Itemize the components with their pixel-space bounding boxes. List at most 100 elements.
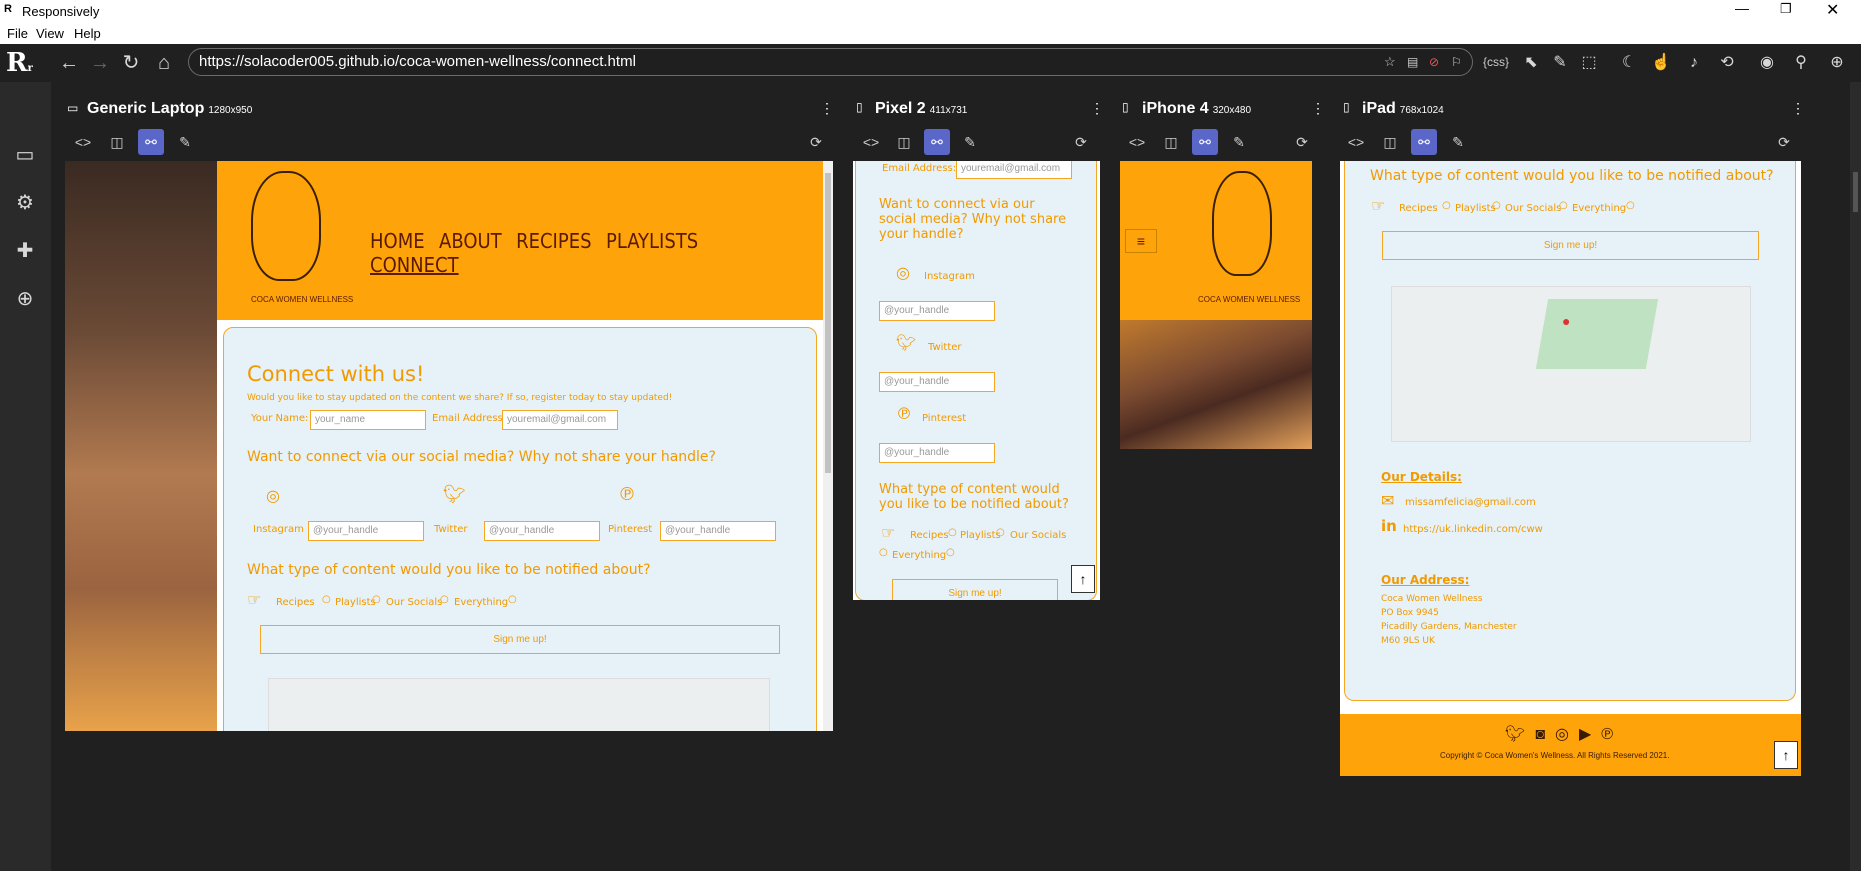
signup-button[interactable]: Sign me up! [1382, 231, 1759, 260]
radio-playlists[interactable]: ○ [1492, 200, 1501, 211]
instagram-input[interactable]: @your_handle [308, 521, 424, 541]
pinterest-input[interactable]: @your_handle [879, 443, 995, 463]
device-menu-icon[interactable]: ⋮ [1090, 100, 1104, 117]
nav-playlists[interactable]: PLAYLISTS [606, 229, 698, 253]
option-playlists[interactable]: Playlists [960, 530, 1001, 541]
screenshot-icon[interactable]: ◫ [1377, 129, 1403, 155]
nav-recipes[interactable]: RECIPES [516, 229, 591, 253]
radio-recipes[interactable]: ○ [948, 527, 957, 538]
radio-everything[interactable]: ○ [508, 594, 517, 605]
forward-icon[interactable]: → [85, 48, 115, 78]
device-menu-icon[interactable]: ⋮ [1791, 100, 1805, 117]
option-socials[interactable]: Our Socials [386, 597, 442, 608]
option-recipes[interactable]: Recipes [276, 597, 315, 608]
rotate-icon[interactable]: ⟳ [803, 129, 829, 155]
devices-icon[interactable]: ▭ [10, 140, 40, 170]
code-icon[interactable]: <> [70, 129, 96, 155]
screenshot-icon[interactable]: ◫ [1158, 129, 1184, 155]
radio-socials[interactable]: ○ [1559, 200, 1568, 211]
rotate-icon[interactable]: ⟲ [1712, 48, 1742, 78]
rotate-icon[interactable]: ⟳ [1289, 129, 1315, 155]
rotate-icon[interactable]: ⟳ [1068, 129, 1094, 155]
radio-playlists[interactable]: ○ [372, 594, 381, 605]
settings-icon[interactable]: ⚙ [10, 188, 40, 218]
option-everything[interactable]: Everything [1572, 203, 1626, 214]
email-input[interactable]: youremail@gmail.com [956, 161, 1072, 179]
radio-everything[interactable]: ○ [946, 547, 955, 558]
network-icon[interactable]: ⊕ [10, 284, 40, 314]
linkedin-link[interactable]: https://uk.linkedin.com/cww [1403, 524, 1543, 535]
sync-icon[interactable]: ⚯ [924, 129, 950, 155]
rotate-icon[interactable]: ⟳ [1771, 129, 1797, 155]
ruler-icon[interactable]: ⬚ [1574, 48, 1604, 78]
nav-about[interactable]: ABOUT [439, 229, 502, 253]
back-to-top-button[interactable]: ↑ [1071, 565, 1095, 593]
email-input[interactable]: youremail@gmail.com [502, 410, 618, 430]
code-icon[interactable]: <> [1124, 129, 1150, 155]
name-input[interactable]: your_name [310, 410, 426, 430]
youtube-icon[interactable]: ▶ [1579, 726, 1601, 743]
annotate-icon[interactable]: ✎ [1226, 129, 1252, 155]
back-icon[interactable]: ← [54, 48, 84, 78]
radio-recipes[interactable]: ○ [322, 594, 331, 605]
radio-everything-start[interactable]: ○ [879, 547, 888, 558]
radio-playlists[interactable]: ○ [996, 527, 1005, 538]
dark-mode-icon[interactable]: ☾ [1614, 48, 1644, 78]
option-playlists[interactable]: Playlists [335, 597, 376, 608]
nav-connect[interactable]: CONNECT [370, 253, 459, 277]
reload-icon[interactable]: ↻ [116, 48, 146, 78]
edit-icon[interactable]: ✎ [1545, 48, 1575, 78]
screenshot-icon[interactable]: ◫ [891, 129, 917, 155]
inspect-icon[interactable]: ⬉ [1516, 48, 1546, 78]
link-icon[interactable]: ⚲ [1786, 48, 1816, 78]
radio-everything[interactable]: ○ [1626, 200, 1635, 211]
url-text[interactable]: https://solacoder005.github.io/coca-wome… [199, 53, 636, 70]
clear-cache-icon[interactable]: ⊘ [1429, 49, 1439, 75]
menu-help[interactable]: Help [74, 26, 101, 41]
option-playlists[interactable]: Playlists [1455, 203, 1496, 214]
option-socials[interactable]: Our Socials [1010, 530, 1066, 541]
pinterest-input[interactable]: @your_handle [660, 521, 776, 541]
screenshot-icon[interactable]: ◫ [104, 129, 130, 155]
zoom-icon[interactable]: ⊕ [1822, 48, 1852, 78]
code-icon[interactable]: <> [858, 129, 884, 155]
code-icon[interactable]: <> [1343, 129, 1369, 155]
touch-icon[interactable]: ☝ [1646, 48, 1676, 78]
instagram-icon[interactable]: ◎ [1555, 726, 1579, 743]
radio-socials[interactable]: ○ [440, 594, 449, 605]
device-menu-icon[interactable]: ⋮ [1311, 100, 1325, 117]
instagram-input[interactable]: @your_handle [879, 301, 995, 321]
discord-icon[interactable]: ◙ [1535, 726, 1555, 743]
signup-button[interactable]: Sign me up! [260, 625, 780, 654]
twitter-input[interactable]: @your_handle [879, 372, 995, 392]
storage-icon[interactable]: ▤ [1407, 49, 1418, 75]
back-to-top-button[interactable]: ↑ [1774, 741, 1798, 769]
device-menu-icon[interactable]: ⋮ [820, 100, 834, 117]
menu-file[interactable]: File [7, 26, 28, 41]
radio-recipes[interactable]: ○ [1442, 200, 1451, 211]
home-icon[interactable]: ⌂ [149, 48, 179, 78]
address-bar[interactable]: https://solacoder005.github.io/coca-wome… [188, 48, 1473, 76]
main-scrollbar[interactable] [1850, 82, 1861, 871]
permissions-icon[interactable]: ⚐ [1451, 49, 1462, 75]
extensions-icon[interactable]: ✚ [10, 236, 40, 266]
option-everything[interactable]: Everything [892, 550, 946, 561]
option-recipes[interactable]: Recipes [910, 530, 949, 541]
option-recipes[interactable]: Recipes [1399, 203, 1438, 214]
twitter-icon[interactable]: 🐦︎ [1505, 726, 1535, 743]
twitter-input[interactable]: @your_handle [484, 521, 600, 541]
annotate-icon[interactable]: ✎ [172, 129, 198, 155]
laptop-scrollbar[interactable] [823, 161, 833, 731]
nav-home[interactable]: HOME [370, 229, 425, 253]
pinterest-icon[interactable]: ℗ [1601, 726, 1623, 743]
hamburger-menu-button[interactable]: ≡ [1125, 229, 1157, 253]
sync-icon[interactable]: ⚯ [1192, 129, 1218, 155]
annotate-icon[interactable]: ✎ [1445, 129, 1471, 155]
css-button[interactable]: {css} [1483, 55, 1509, 69]
minimize-icon[interactable]: — [1735, 0, 1749, 16]
close-icon[interactable]: ✕ [1826, 0, 1839, 20]
menu-view[interactable]: View [36, 26, 64, 41]
mute-icon[interactable]: ♪ [1679, 48, 1709, 78]
screenshot-icon[interactable]: ◉ [1752, 48, 1782, 78]
sync-icon[interactable]: ⚯ [138, 129, 164, 155]
